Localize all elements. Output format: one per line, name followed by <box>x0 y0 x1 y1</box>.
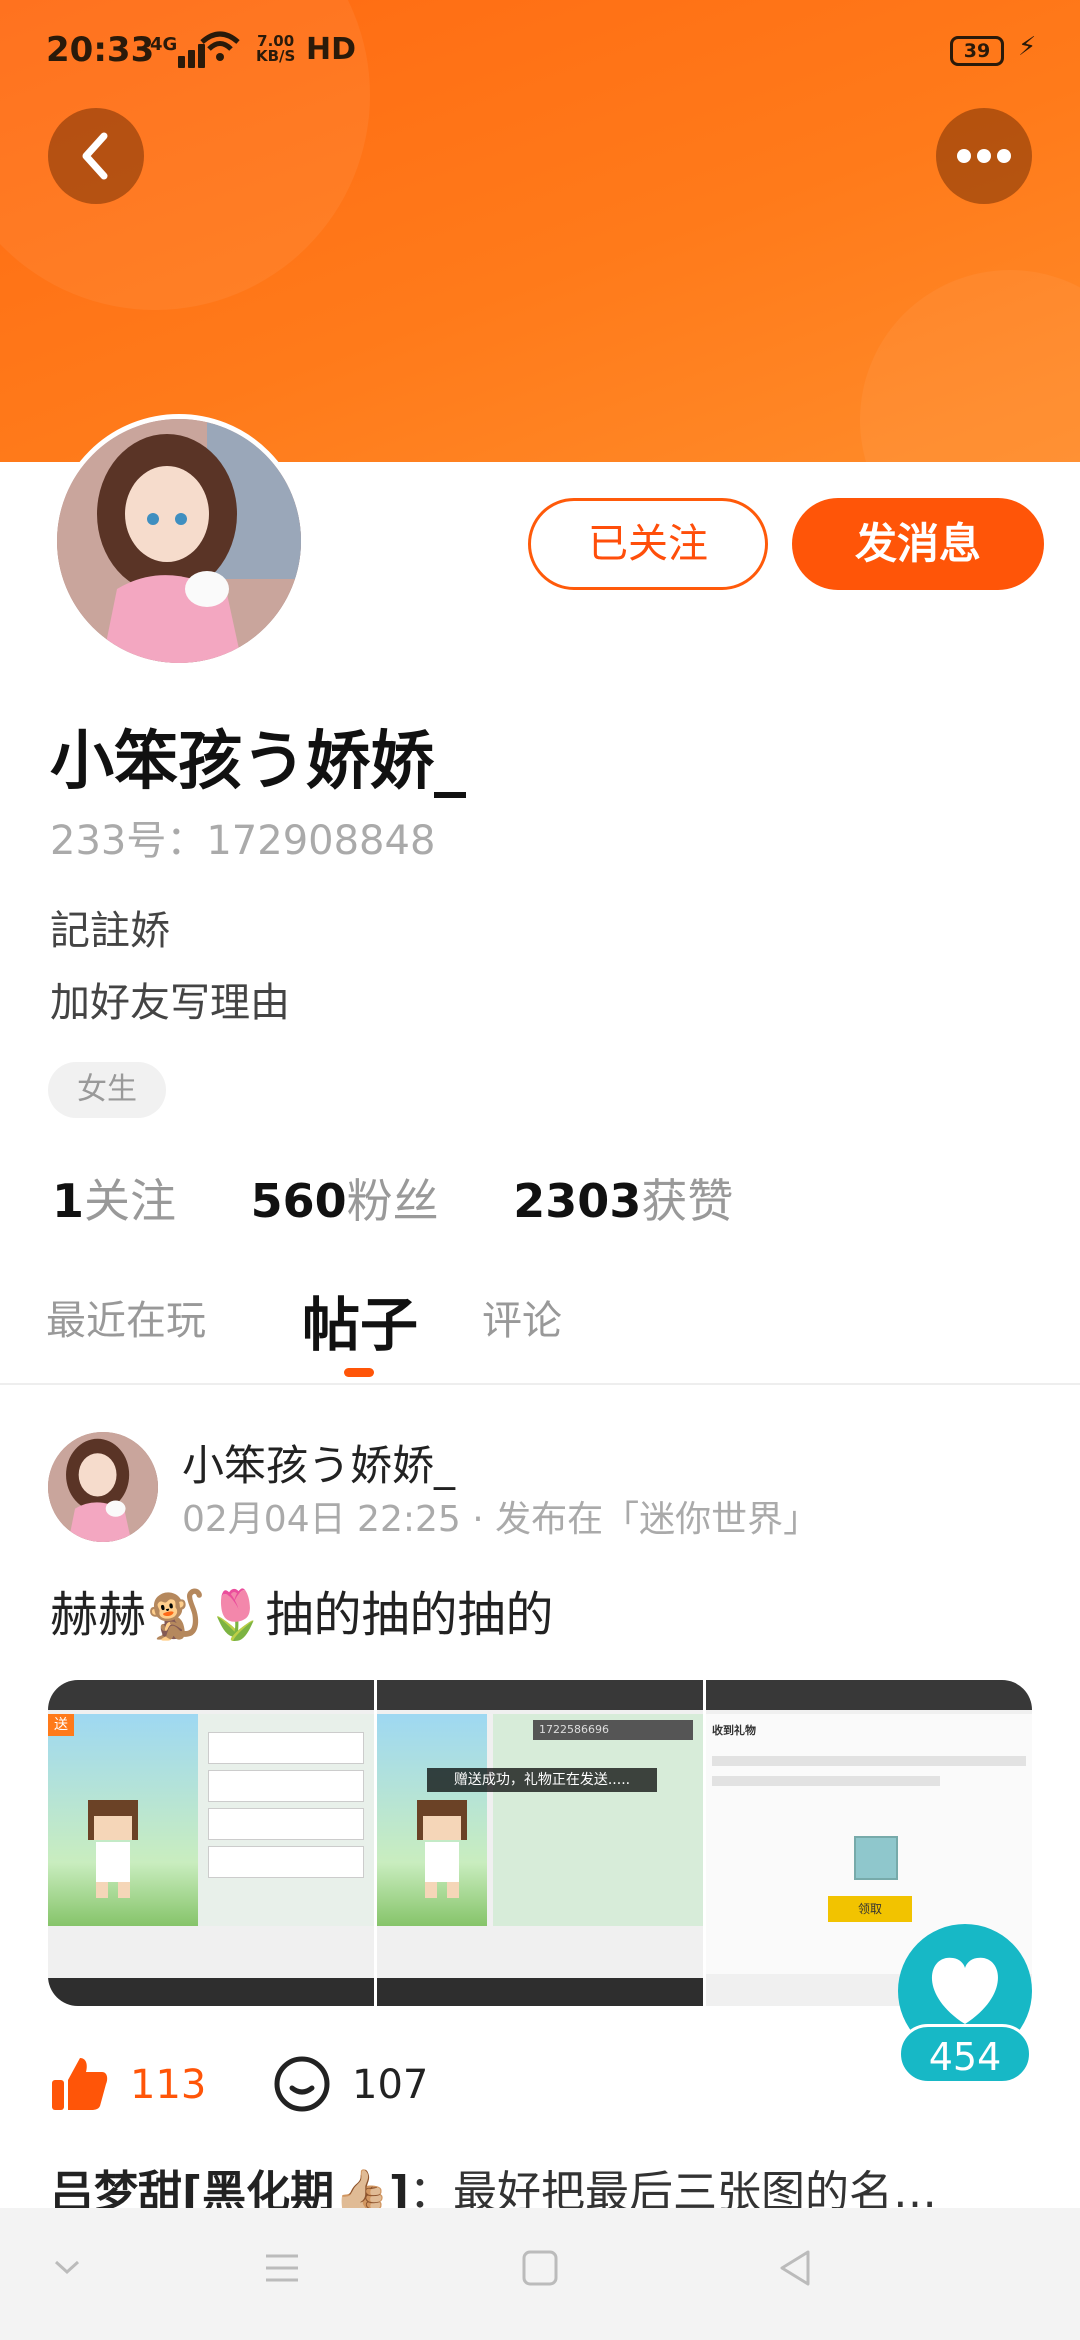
post-text[interactable]: 赫赫🐒🌷抽的抽的抽的 <box>50 1575 554 1645</box>
comment-bubble-icon <box>274 2056 330 2112</box>
hd-indicator: HD <box>306 32 357 67</box>
battery-icon: 39 <box>950 36 1004 66</box>
stat-label: 获赞 <box>641 1174 734 1228</box>
follow-button[interactable]: 已关注 <box>528 498 768 590</box>
divider <box>0 1383 1080 1385</box>
image-header-text: 收到礼物 <box>712 1724 756 1737</box>
game-character <box>88 1800 138 1898</box>
image-claim-button: 领取 <box>828 1896 912 1922</box>
active-tab-indicator <box>344 1368 374 1377</box>
post-image[interactable]: 1722586696 赠送成功，礼物正在发送..... <box>377 1680 703 2006</box>
profile-bio-line: 加好友写理由 <box>50 980 290 1026</box>
stat-followers[interactable]: 560粉丝 <box>251 1174 439 1228</box>
more-dots-icon <box>957 149 1011 163</box>
network-speed: 7.00 KB/S <box>256 34 295 64</box>
chevron-left-icon <box>82 132 108 180</box>
stat-value: 2303 <box>513 1174 642 1228</box>
image-toast: 赠送成功，礼物正在发送..... <box>427 1768 657 1792</box>
nav-home-button[interactable] <box>520 2248 560 2292</box>
gender-tag: 女生 <box>48 1062 166 1118</box>
banner-decoration <box>860 270 1080 462</box>
status-time: 20:33 <box>46 30 155 70</box>
tab-recently-played[interactable]: 最近在玩 <box>46 1288 206 1346</box>
message-button[interactable]: 发消息 <box>792 498 1044 590</box>
stat-value: 1 <box>52 1174 85 1228</box>
profile-bio-line: 記註娇 <box>50 908 170 954</box>
stat-following[interactable]: 1关注 <box>52 1174 176 1228</box>
avatar-image <box>48 1432 158 1542</box>
stat-likes[interactable]: 2303获赞 <box>513 1174 733 1228</box>
nav-menu-button[interactable] <box>262 2248 302 2292</box>
more-button[interactable] <box>936 108 1032 204</box>
chevron-down-icon <box>54 2260 80 2275</box>
tab-comments[interactable]: 评论 <box>482 1288 562 1346</box>
comment-count: 107 <box>352 2062 429 2108</box>
profile-avatar[interactable] <box>52 414 306 668</box>
nav-back-button[interactable] <box>776 2248 816 2292</box>
image-header-text: 1722586696 <box>533 1720 693 1740</box>
post-image-grid: 送 1722586696 赠送成功，礼物正在发送..... 收到礼物 领取 <box>48 1680 1032 2006</box>
square-icon <box>522 2250 558 2286</box>
stat-label: 粉丝 <box>346 1174 439 1228</box>
stat-label: 关注 <box>84 1174 177 1228</box>
like-count: 113 <box>130 2062 207 2108</box>
profile-stats: 1关注 560粉丝 2303获赞 <box>52 1165 793 1231</box>
like-button[interactable] <box>50 2054 110 2124</box>
system-nav-bar <box>0 2208 1080 2340</box>
post-author-name[interactable]: 小笨孩う娇娇_ <box>182 1432 455 1493</box>
thumbs-up-icon <box>52 2058 108 2110</box>
profile-tabs: 最近在玩 帖子 评论 <box>0 1270 1080 1380</box>
wifi-icon <box>200 30 240 73</box>
post-author-avatar[interactable] <box>48 1432 158 1542</box>
menu-icon <box>266 2254 298 2282</box>
stat-value: 560 <box>250 1174 347 1228</box>
charging-icon: ⚡ <box>1018 32 1037 62</box>
gift-box-icon <box>854 1836 898 1880</box>
back-button[interactable] <box>48 108 144 204</box>
triangle-back-icon <box>780 2250 810 2286</box>
like-fab-count: 454 <box>898 2024 1032 2084</box>
status-bar: 20:33 4G 7.00 KB/S HD 39 ⚡ <box>0 0 1080 100</box>
post-meta: 02月04日 22:25 · 发布在「迷你世界」 <box>182 1499 820 1540</box>
avatar-image <box>57 419 301 663</box>
post-image[interactable]: 送 <box>48 1680 374 2006</box>
nav-hide-button[interactable] <box>52 2248 82 2292</box>
profile-uid: 233号：172908848 <box>50 818 436 864</box>
speed-unit: KB/S <box>256 47 296 65</box>
comment-button[interactable] <box>272 2054 332 2124</box>
profile-name: 小笨孩う娇娇_ <box>50 725 466 799</box>
game-character <box>417 1800 467 1898</box>
tab-posts[interactable]: 帖子 <box>302 1278 418 1362</box>
image-header-text: 送 <box>48 1714 74 1736</box>
